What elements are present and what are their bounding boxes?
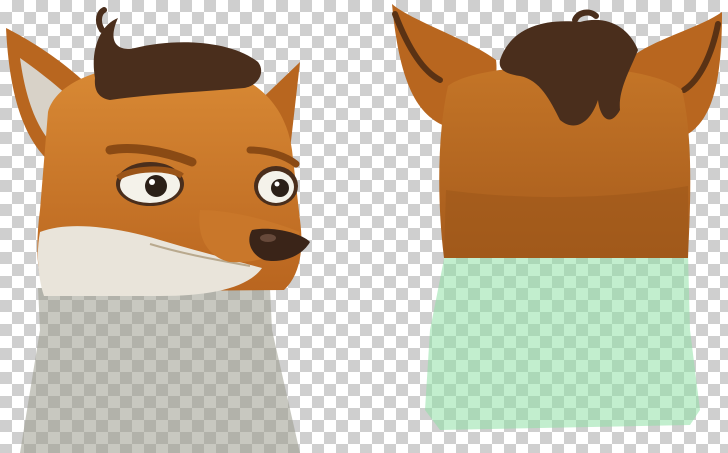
fox-character-art <box>6 4 722 453</box>
right-eye <box>254 166 298 206</box>
left-eye <box>116 162 184 206</box>
fox-head-back <box>392 4 722 430</box>
transparent-checkerboard-canvas <box>0 0 728 453</box>
fox-head-front <box>6 7 310 453</box>
front-body-silhouette <box>20 288 300 453</box>
back-body-silhouette <box>425 254 700 430</box>
hair-tuft <box>93 18 262 100</box>
